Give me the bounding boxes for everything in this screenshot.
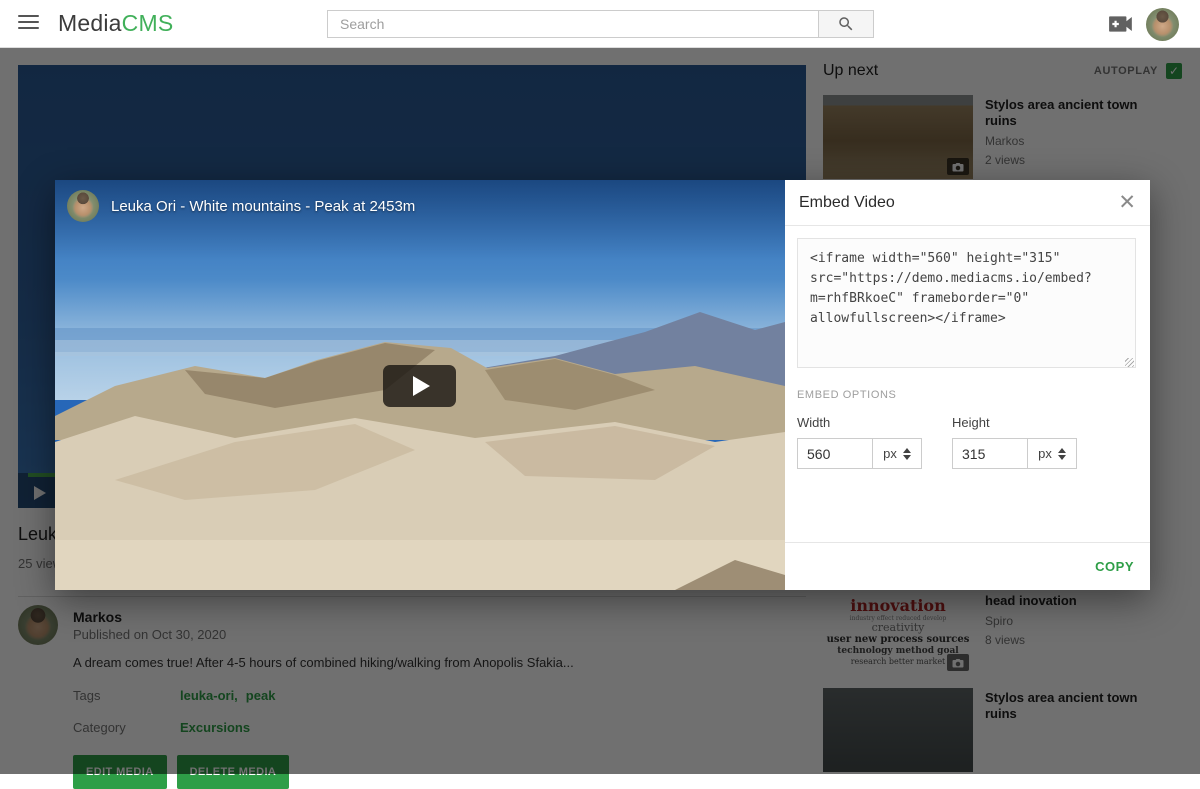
unit-label: px bbox=[1038, 446, 1052, 461]
search-button[interactable] bbox=[818, 10, 874, 38]
video-add-icon bbox=[1108, 14, 1134, 34]
app-logo[interactable]: MediaCMS bbox=[58, 10, 173, 37]
unit-label: px bbox=[883, 446, 897, 461]
resize-handle-icon[interactable] bbox=[1125, 358, 1134, 367]
logo-media: Media bbox=[58, 10, 122, 36]
copy-button[interactable]: COPY bbox=[1095, 559, 1134, 574]
embed-options-panel: Embed Video ✕ <iframe width="560" height… bbox=[785, 180, 1150, 590]
user-avatar[interactable] bbox=[1146, 8, 1179, 41]
close-icon[interactable]: ✕ bbox=[1118, 193, 1136, 213]
width-input[interactable] bbox=[798, 439, 873, 468]
modal-title: Embed Video bbox=[799, 194, 895, 212]
width-label: Width bbox=[797, 415, 922, 430]
height-input[interactable] bbox=[953, 439, 1028, 468]
logo-cms: CMS bbox=[122, 10, 174, 36]
preview-play-button[interactable] bbox=[383, 365, 456, 407]
width-unit-select[interactable]: px bbox=[873, 439, 921, 468]
search-bar bbox=[327, 10, 874, 38]
spinner-icon bbox=[903, 448, 911, 460]
top-bar: MediaCMS bbox=[0, 0, 1200, 48]
preview-author-avatar[interactable] bbox=[67, 190, 99, 222]
search-icon bbox=[837, 15, 855, 33]
menu-icon[interactable] bbox=[18, 15, 39, 32]
search-input[interactable] bbox=[327, 10, 818, 38]
add-media-button[interactable] bbox=[1108, 14, 1134, 34]
embed-video-modal: Leuka Ori - White mountains - Peak at 24… bbox=[55, 180, 1150, 590]
play-icon bbox=[413, 376, 430, 396]
embed-code-textarea[interactable]: <iframe width="560" height="315" src="ht… bbox=[797, 238, 1136, 368]
embed-preview-player[interactable]: Leuka Ori - White mountains - Peak at 24… bbox=[55, 180, 785, 590]
spinner-icon bbox=[1058, 448, 1066, 460]
embed-options-label: EMBED OPTIONS bbox=[797, 389, 1136, 401]
height-label: Height bbox=[952, 415, 1077, 430]
height-unit-select[interactable]: px bbox=[1028, 439, 1076, 468]
preview-video-title: Leuka Ori - White mountains - Peak at 24… bbox=[111, 198, 415, 215]
